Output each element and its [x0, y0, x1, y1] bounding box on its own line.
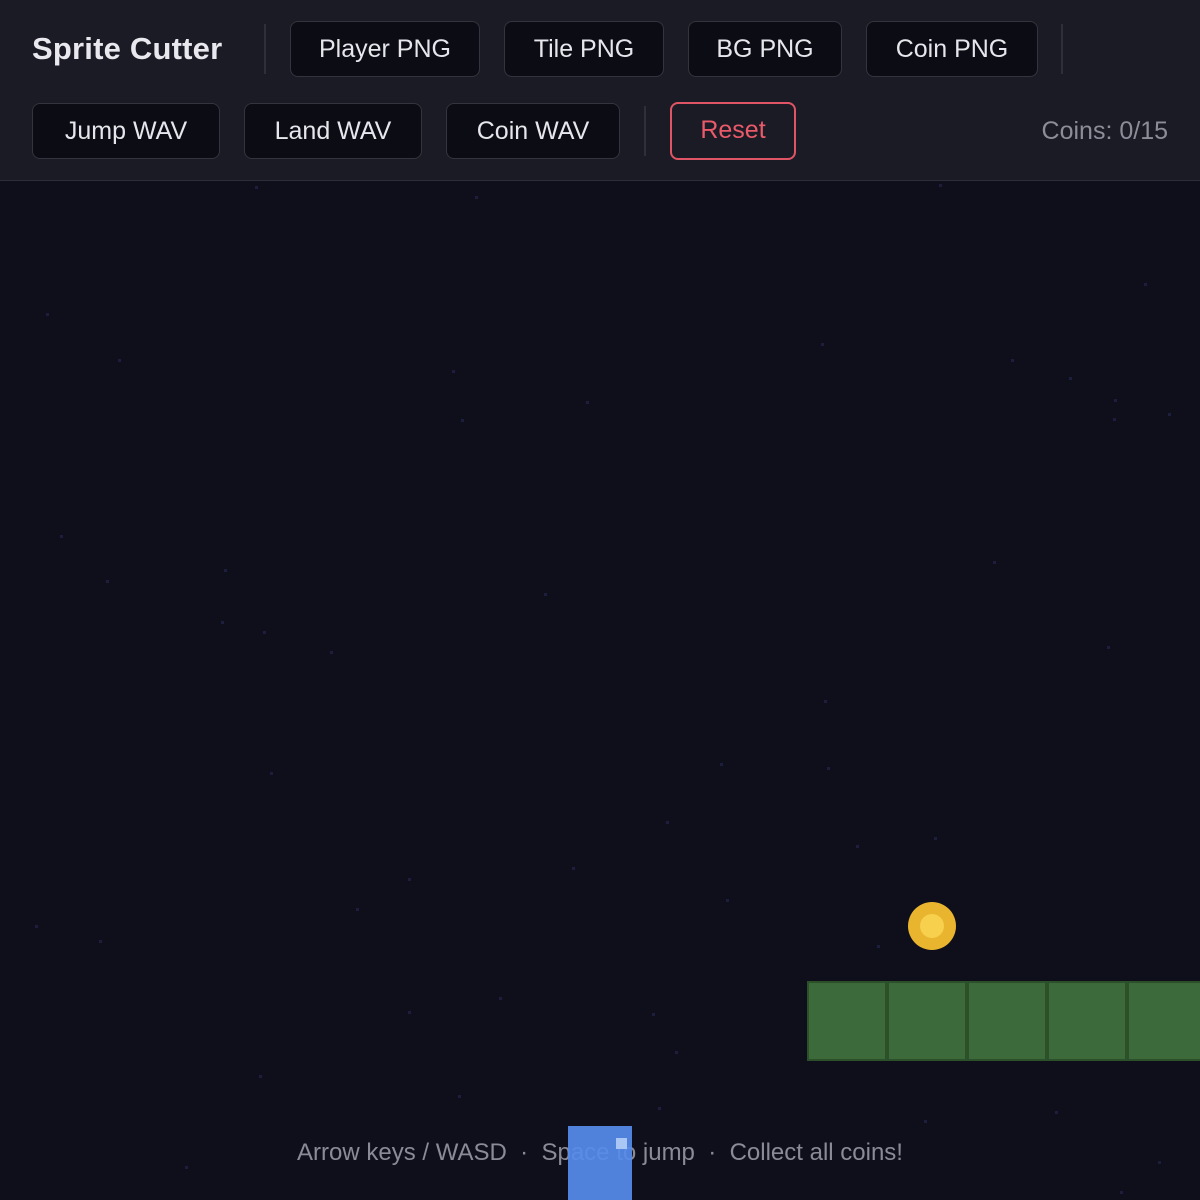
star — [35, 925, 38, 928]
star — [1120, 1191, 1123, 1194]
star — [255, 186, 258, 189]
star — [1114, 399, 1117, 402]
bg-png-button[interactable]: BG PNG — [688, 21, 842, 77]
star — [1011, 359, 1014, 362]
star — [259, 1075, 262, 1078]
star — [827, 767, 830, 770]
ground-tile — [807, 981, 887, 1061]
star — [356, 908, 359, 911]
star — [1144, 283, 1147, 286]
star — [408, 878, 411, 881]
tile-png-button[interactable]: Tile PNG — [504, 21, 664, 77]
star — [824, 700, 827, 703]
toolbar-divider — [1061, 24, 1063, 74]
coin-shine — [920, 914, 944, 938]
star — [675, 1051, 678, 1054]
star — [720, 763, 723, 766]
app-title: Sprite Cutter — [32, 31, 223, 66]
jump-wav-button[interactable]: Jump WAV — [32, 103, 220, 159]
toolbar: Sprite Cutter Player PNG Tile PNG BG PNG… — [0, 0, 1200, 181]
toolbar-divider — [644, 106, 646, 156]
toolbar-divider — [264, 24, 266, 74]
star — [99, 940, 102, 943]
player-png-button[interactable]: Player PNG — [290, 21, 480, 77]
star — [221, 621, 224, 624]
star — [452, 370, 455, 373]
reset-button[interactable]: Reset — [670, 102, 796, 160]
star — [658, 1107, 661, 1110]
star — [1055, 1111, 1058, 1114]
star — [1113, 418, 1116, 421]
coin-icon — [908, 902, 956, 950]
star — [458, 1095, 461, 1098]
star — [666, 821, 669, 824]
star — [1107, 646, 1110, 649]
player-eye — [616, 1138, 627, 1149]
ground-tile — [1047, 981, 1127, 1061]
star — [856, 845, 859, 848]
star — [330, 651, 333, 654]
star — [118, 359, 121, 362]
star — [475, 196, 478, 199]
star — [270, 772, 273, 775]
star — [939, 184, 942, 187]
star — [652, 1013, 655, 1016]
star — [1168, 413, 1171, 416]
star — [224, 569, 227, 572]
ground-tile — [967, 981, 1047, 1061]
player-sprite — [568, 1126, 632, 1200]
star — [263, 631, 266, 634]
star — [106, 580, 109, 583]
game-canvas[interactable]: Arrow keys / WASD · Space to jump · Coll… — [0, 181, 1200, 1200]
star — [934, 837, 937, 840]
coins-counter: Coins: 0/15 — [1041, 117, 1168, 145]
star — [924, 1120, 927, 1123]
star — [1069, 377, 1072, 380]
star — [821, 343, 824, 346]
star — [499, 997, 502, 1000]
land-wav-button[interactable]: Land WAV — [244, 103, 422, 159]
star — [408, 1011, 411, 1014]
star — [877, 945, 880, 948]
star — [726, 899, 729, 902]
star — [572, 867, 575, 870]
star — [46, 313, 49, 316]
star — [461, 419, 464, 422]
ground-tile — [1127, 981, 1200, 1061]
ground-tile — [887, 981, 967, 1061]
coin-wav-button[interactable]: Coin WAV — [446, 103, 620, 159]
star — [544, 593, 547, 596]
star — [586, 401, 589, 404]
coin-png-button[interactable]: Coin PNG — [866, 21, 1038, 77]
star — [993, 561, 996, 564]
star — [60, 535, 63, 538]
